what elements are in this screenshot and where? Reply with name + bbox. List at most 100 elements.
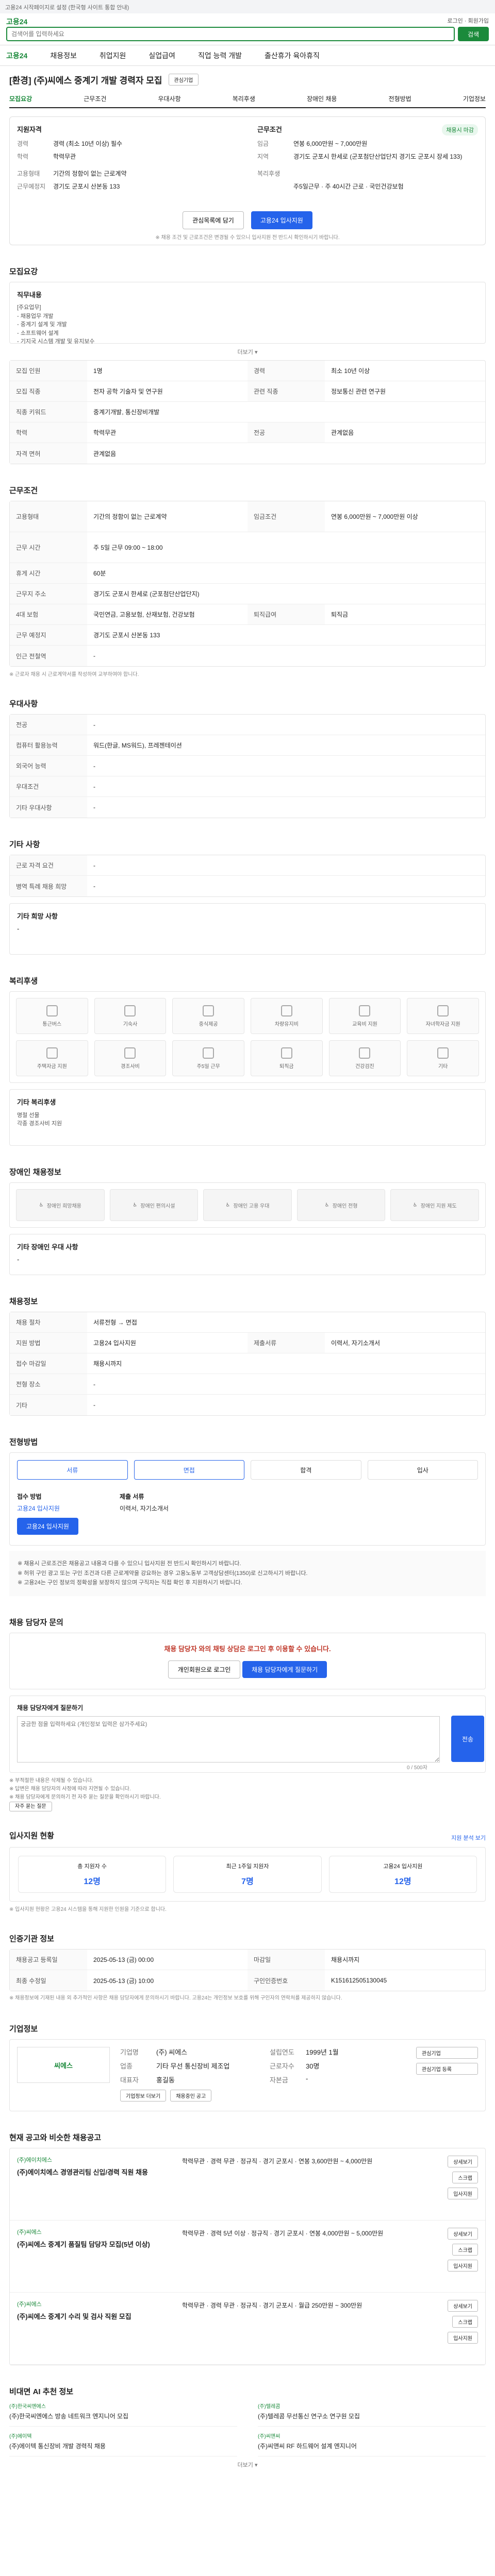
disability-note-value: - — [17, 1256, 20, 1263]
applicants-section: 입사지원 현황 지원 분석 보기 총 지원자 수 12명 최근 1주일 지원자 7명… — [9, 1830, 486, 1912]
vacancy-table: 근로 자격 요건 - 병역 특례 채용 희망 - — [9, 855, 486, 897]
applicants-stats: 총 지원자 수 12명 최근 1주일 지원자 7명 고용24 입사지원 12명 — [9, 1847, 486, 1902]
table-row: 학력 학력무관 전공 관계없음 — [10, 422, 485, 443]
ai-item[interactable]: (주)한국씨엔에스 (주)한국씨엔에스 방송 네트워크 엔지니어 모집 — [9, 2402, 237, 2427]
view-button[interactable]: 상세보기 — [448, 2156, 478, 2168]
tab-welfare[interactable]: 복리후생 — [233, 94, 255, 103]
step-interview: 면접 — [134, 1460, 244, 1480]
summary-actions: 관심목록에 담기 고용24 입사지원 — [10, 211, 485, 229]
reginfo-note: ※ 채용정보에 기재된 내용 외 추가적인 사항은 채용 담당자에게 문의하시기… — [9, 1995, 342, 2002]
ai-more-button[interactable]: 더보기 ▾ — [9, 2456, 486, 2473]
ai-section: 비대면 AI 추천 정보 (주)한국씨엔에스 (주)한국씨엔에스 방송 네트워크 … — [9, 2386, 486, 2473]
welfare-item: 경조사비 — [94, 1040, 167, 1076]
step-pass: 합격 — [251, 1460, 361, 1480]
site-logo[interactable]: 고용24 — [6, 16, 27, 27]
top-notice-bar: 고용24 시작페이지로 설정 (한국형 사이트 통합 안내) — [0, 0, 495, 13]
company-interest-button[interactable]: 관심기업 — [416, 2047, 478, 2059]
tab-process[interactable]: 전형방법 — [389, 94, 411, 103]
welfare-item: 중식제공 — [172, 998, 244, 1034]
ai-item[interactable]: (주)씨앤씨 (주)씨앤씨 RF 하드웨어 설계 엔지니어 — [258, 2432, 486, 2457]
company-jobs-button[interactable]: 채용중인 공고 — [170, 2090, 212, 2102]
nav-brand[interactable]: 고용24 — [6, 50, 27, 61]
nav-employment-support[interactable]: 취업지원 — [100, 50, 126, 61]
company-logo: 씨에스 — [17, 2047, 110, 2083]
scrap-button[interactable]: 스크랩 — [452, 2172, 478, 2184]
company-title: 기업정보 — [9, 2025, 38, 2034]
stat-week: 최근 1주일 지원자 7명 — [173, 1856, 322, 1893]
car-icon — [280, 1005, 292, 1016]
recruit-title: 모집요강 — [9, 267, 38, 276]
search-input[interactable] — [6, 27, 455, 41]
ai-grid: (주)한국씨엔에스 (주)한국씨엔에스 방송 네트워크 엔지니어 모집 (주)텔레… — [9, 2402, 486, 2457]
company-more-button[interactable]: 기업정보 더보기 — [120, 2090, 167, 2102]
process-apply-button[interactable]: 고용24 입사지원 — [17, 1518, 78, 1535]
welfare-item: 자녀학자금 지원 — [407, 998, 479, 1034]
tab-company[interactable]: 기업정보 — [463, 94, 486, 103]
similar-apply-button[interactable]: 입사지원 — [448, 2260, 478, 2272]
recruit-table: 모집 인원 1명 경력 최소 10년 이상 모집 직종 전자 공학 기술자 및 연구원 관… — [9, 360, 486, 464]
view-button[interactable]: 상세보기 — [448, 2300, 478, 2312]
ai-item[interactable]: (주)에이텍 (주)에이텍 통신장비 개발 경력직 채용 — [9, 2432, 237, 2457]
scrap-button[interactable]: 스크랩 — [452, 2316, 478, 2328]
process-section: 전형방법 서류 면접 합격 입사 접수 방법 고용24 입사지원 고용24 입사… — [9, 1436, 486, 1597]
scrap-button[interactable]: 스크랩 — [452, 2244, 478, 2256]
similar-apply-button[interactable]: 입사지원 — [448, 2332, 478, 2344]
summary-row: 주5일근무 · 주 40시간 근로 · 국민건강보험 — [293, 183, 404, 190]
table-row: 최종 수정일 2025-05-13 (금) 10:00 구인인증번호 K1516125… — [10, 1970, 485, 1991]
tab-prefer[interactable]: 우대사항 — [158, 94, 180, 103]
meal-icon — [203, 1005, 214, 1016]
add-interest-button[interactable]: 관심목록에 담기 — [183, 211, 244, 229]
send-button[interactable]: 전송 — [451, 1716, 484, 1762]
similar-apply-button[interactable]: 입사지원 — [448, 2188, 478, 2200]
qna-login-box: 채용 담당자 와의 채팅 상담은 로그인 후 이용할 수 있습니다. 개인회원으… — [9, 1633, 486, 1690]
interest-company-button[interactable]: 관심기업 — [168, 74, 199, 86]
list-item: (주)에이치에스 (주)에이치에스 경영관리팀 신입/경력 직원 채용 학력무관 … — [10, 2148, 485, 2221]
summary-conditions: 근무조건 임금 연봉 6,000만원 ~ 7,000만원 지역 경기도 군포시 한세… — [257, 124, 474, 195]
main-nav: 고용24 채용정보 취업지원 실업급여 직업 능력 개발 출산휴가 육아휴직 — [0, 45, 495, 66]
calendar-icon — [203, 1047, 214, 1059]
qna-form: 채용 담당자에게 질문하기 0 / 500자 전송 — [9, 1696, 486, 1773]
nav-vocational-training[interactable]: 직업 능력 개발 — [198, 50, 242, 61]
login-button[interactable]: 개인회원으로 로그인 — [168, 1660, 241, 1679]
recruit-section: 모집요강 직무내용 [주요업무] - 채용업무 개발 - 중계기 설계 및 개발… — [9, 266, 486, 464]
ai-item[interactable]: (주)텔레콤 (주)텔레콤 무선통신 연구소 연구원 모집 — [258, 2402, 486, 2427]
consult-section: 채용정보 채용 절차 서류전형 → 면접 지원 방법 고용24 입사지원 제출서류 이력… — [9, 1296, 486, 1416]
faq-button[interactable]: 자주 묻는 질문 — [9, 1802, 52, 1812]
wheelchair-icon: ♿ — [225, 1202, 230, 1208]
ask-button[interactable]: 채용 담당자에게 질문하기 — [242, 1661, 327, 1679]
tab-disability[interactable]: 장애인 채용 — [307, 94, 337, 103]
qna-textarea[interactable] — [17, 1716, 440, 1763]
welfare-title: 복리후생 — [9, 977, 38, 986]
nav-unemployment-benefit[interactable]: 실업급여 — [148, 50, 175, 61]
more-button[interactable]: 더보기 ▾ — [9, 344, 486, 360]
apply-button[interactable]: 고용24 입사지원 — [251, 211, 312, 229]
conditions-section: 근무조건 고용형태 기간의 정함이 없는 근로계약 임금조건 연봉 6,000만원 ~… — [9, 485, 486, 677]
nav-parental-leave[interactable]: 출산휴가 육아휴직 — [265, 50, 320, 61]
bus-icon — [46, 1005, 58, 1016]
summary-row: 임금 연봉 6,000만원 ~ 7,000만원 — [257, 140, 368, 147]
submit-docs: 제출 서류 이력서, 자기소개서 — [119, 1493, 169, 1512]
summary-row: 학력 학력무관 — [17, 153, 76, 160]
apply-method: 접수 방법 고용24 입사지원 고용24 입사지원 — [17, 1492, 78, 1535]
qna-notice: 채용 담당자 와의 채팅 상담은 로그인 후 이용할 수 있습니다. — [164, 1645, 331, 1653]
process-warning: ※ 채용시 근로조건은 채용공고 내용과 다를 수 있으니 입사지원 전 반드시… — [9, 1551, 486, 1597]
company-follow-button[interactable]: 관심기업 등록 — [416, 2063, 478, 2075]
disability-item: ♿ 장애인 전형 — [296, 1189, 386, 1221]
tab-conditions[interactable]: 근무조건 — [84, 94, 106, 103]
table-row: 전형 장소 - — [10, 1374, 485, 1395]
reginfo-table: 채용공고 등록일 2025-05-13 (금) 00:00 마감일 채용시까지 최종 … — [9, 1949, 486, 1992]
summary-row: 고용형태 기간의 정함이 없는 근로계약 — [17, 170, 127, 177]
nav-jobs[interactable]: 채용정보 — [50, 50, 77, 61]
summary-row: 지역 경기도 군포시 한세로 (군포첨단산업단지 경기도 군포시 장세 133) — [257, 153, 463, 160]
reginfo-title: 인증기관 정보 — [9, 1935, 54, 1944]
table-row: 근로 자격 요건 - — [10, 855, 485, 876]
view-button[interactable]: 상세보기 — [448, 2228, 478, 2240]
search-button[interactable]: 검색 — [458, 27, 489, 41]
welfare-item: 교육비 지원 — [328, 998, 401, 1034]
tab-recruit[interactable]: 모집요강 — [9, 94, 32, 103]
applicants-link[interactable]: 지원 분석 보기 — [9, 1834, 486, 1842]
table-row: 모집 인원 1명 경력 최소 10년 이상 — [10, 361, 485, 381]
disability-item: ♿ 장애인 지원 제도 — [390, 1189, 479, 1221]
header-links[interactable]: 로그인 · 회원가입 — [447, 16, 489, 25]
similar-title: 현재 공고와 비슷한 채용공고 — [9, 2133, 102, 2143]
